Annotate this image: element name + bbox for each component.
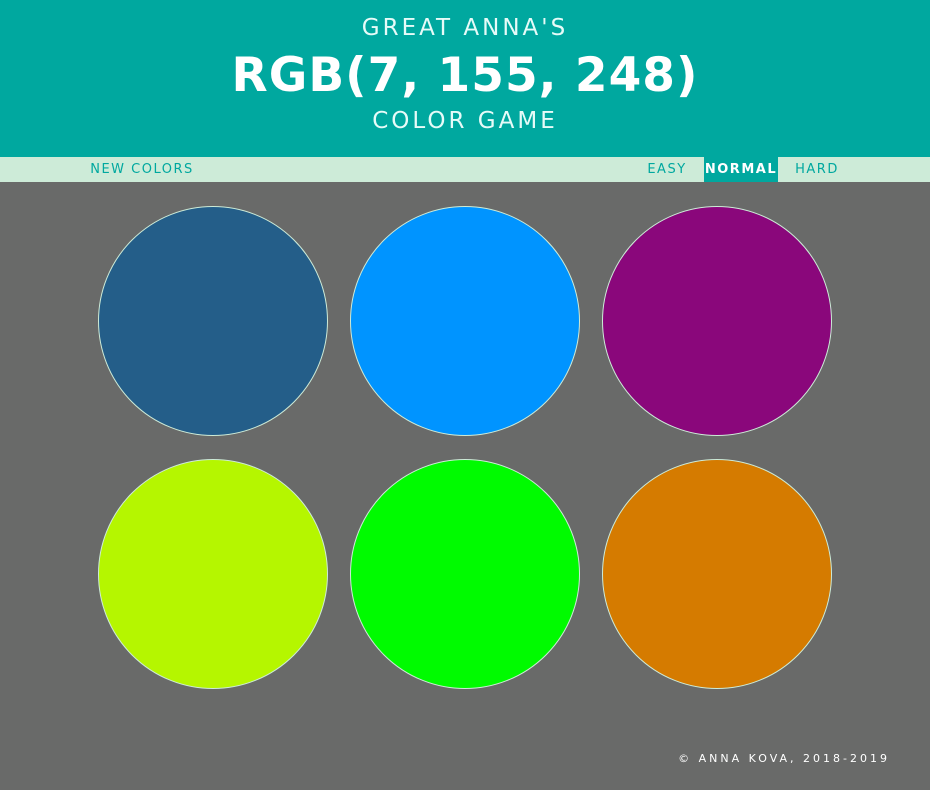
target-rgb-display: RGB(7, 155, 248) bbox=[231, 48, 699, 103]
hard-mode-button[interactable]: HARD bbox=[789, 157, 845, 182]
color-circle[interactable] bbox=[602, 206, 832, 436]
color-circle[interactable] bbox=[350, 206, 580, 436]
game-header: GREAT ANNA'S RGB(7, 155, 248) COLOR GAME bbox=[0, 0, 930, 157]
header-bottom-line: COLOR GAME bbox=[372, 108, 558, 134]
color-circle[interactable] bbox=[350, 459, 580, 689]
header-top-line: GREAT ANNA'S bbox=[361, 15, 569, 41]
control-bar: NEW COLORS EASY NORMAL HARD bbox=[0, 157, 930, 182]
color-circle[interactable] bbox=[98, 459, 328, 689]
copyright-footer: © ANNA KOVA, 2018-2019 bbox=[678, 752, 890, 765]
color-circle[interactable] bbox=[602, 459, 832, 689]
easy-mode-button[interactable]: EASY bbox=[641, 157, 693, 182]
color-circle[interactable] bbox=[98, 206, 328, 436]
new-colors-button[interactable]: NEW COLORS bbox=[86, 157, 198, 182]
normal-mode-button[interactable]: NORMAL bbox=[704, 157, 778, 182]
